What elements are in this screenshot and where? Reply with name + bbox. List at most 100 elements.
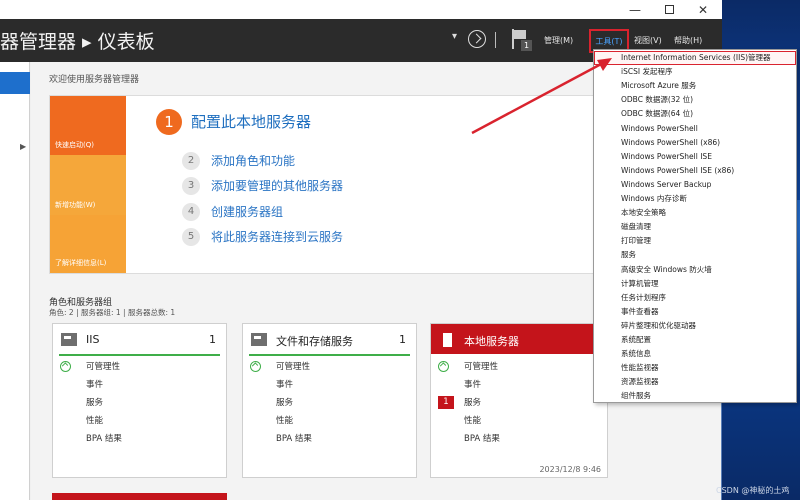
status-ok-icon	[250, 361, 261, 372]
card-row-manageability[interactable]: 可管理性	[276, 360, 310, 372]
storage-icon	[251, 333, 267, 346]
card-row-bpa[interactable]: BPA 结果	[464, 432, 500, 444]
role-card-iis[interactable]: IIS 1 可管理性 事件 服务 性能 BPA 结果	[52, 323, 227, 478]
step-number: 1	[156, 109, 182, 135]
tools-menu-item[interactable]: 性能监视器	[594, 361, 796, 375]
card-row-services[interactable]: 服务	[464, 396, 481, 408]
status-ok-icon	[60, 361, 71, 372]
navigation-sidebar: ▶	[0, 62, 30, 500]
tools-menu-item[interactable]: Windows PowerShell (x86)	[594, 136, 796, 150]
server-icon	[61, 333, 77, 346]
card-header[interactable]: 文件和存储服务 1	[243, 324, 416, 354]
tools-menu-item[interactable]: 任务计划程序	[594, 291, 796, 305]
tile-learn-more[interactable]: 了解详细信息(L)	[50, 215, 126, 273]
tools-menu-item[interactable]: 磁盘清理	[594, 220, 796, 234]
card-row-performance[interactable]: 性能	[86, 414, 103, 426]
step-link[interactable]: 添加角色和功能	[211, 152, 295, 170]
notifications-button[interactable]: 1	[512, 29, 532, 51]
welcome-panel: 快速启动(Q) 新增功能(W) 了解详细信息(L) 1 配置此本地服务器 2 添…	[49, 95, 619, 274]
step-number: 5	[182, 228, 200, 246]
card-row-performance[interactable]: 性能	[464, 414, 481, 426]
tools-menu-item[interactable]: Windows 内存诊断	[594, 192, 796, 206]
refresh-icon[interactable]	[468, 30, 486, 48]
expand-arrow-icon[interactable]: ▶	[20, 142, 26, 151]
tools-menu-item[interactable]: 服务	[594, 248, 796, 262]
tools-menu-item[interactable]: iSCSI 发起程序	[594, 65, 796, 79]
card-row-bpa[interactable]: BPA 结果	[86, 432, 122, 444]
configure-local-server-link[interactable]: 配置此本地服务器	[191, 111, 311, 132]
tools-dropdown-menu: Internet Information Services (IIS)管理器iS…	[593, 49, 797, 403]
step-link[interactable]: 创建服务器组	[211, 203, 283, 221]
tools-menu-item[interactable]: ODBC 数据源(64 位)	[594, 107, 796, 121]
close-button[interactable]: ✕	[686, 0, 720, 19]
card-title: 文件和存储服务	[276, 333, 353, 349]
card-row-events[interactable]: 事件	[464, 378, 481, 390]
tools-menu-item[interactable]: 事件查看器	[594, 305, 796, 319]
tools-menu-item[interactable]: Windows PowerShell ISE	[594, 150, 796, 164]
minimize-button[interactable]: —	[618, 0, 652, 19]
tools-menu-item[interactable]: Microsoft Azure 服务	[594, 79, 796, 93]
sidebar-item-dashboard[interactable]	[0, 72, 30, 94]
tools-menu-item[interactable]: 高级安全 Windows 防火墙	[594, 263, 796, 277]
server-tower-icon	[443, 333, 452, 347]
step-link[interactable]: 添加要管理的其他服务器	[211, 177, 343, 195]
card-row-performance[interactable]: 性能	[276, 414, 293, 426]
step-number: 3	[182, 177, 200, 195]
close-icon: ✕	[698, 3, 708, 17]
role-card-file-storage[interactable]: 文件和存储服务 1 可管理性 事件 服务 性能 BPA 结果	[242, 323, 417, 478]
tile-label: 快速启动(Q)	[55, 140, 94, 150]
maximize-button[interactable]	[652, 0, 686, 19]
page-title: 器管理器 ▸ 仪表板	[0, 27, 155, 54]
step-number: 4	[182, 203, 200, 221]
card-row-events[interactable]: 事件	[276, 378, 293, 390]
card-title: 本地服务器	[464, 333, 519, 349]
tools-menu-item[interactable]: 计算机管理	[594, 277, 796, 291]
tile-quick-start[interactable]: 快速启动(Q)	[50, 96, 126, 155]
card-count: 1	[209, 333, 216, 346]
card-count: 1	[399, 333, 406, 346]
maximize-icon	[665, 5, 674, 14]
roles-summary: 角色: 2 | 服务器组: 1 | 服务器总数: 1	[49, 307, 175, 318]
card-header[interactable]: IIS 1	[53, 324, 226, 354]
step-number: 2	[182, 152, 200, 170]
header-divider	[495, 32, 496, 48]
card-row-services[interactable]: 服务	[86, 396, 103, 408]
menu-item-iis-manager[interactable]: Internet Information Services (IIS)管理器	[594, 51, 796, 65]
tile-label: 新增功能(W)	[55, 200, 95, 210]
tools-menu-item[interactable]: 系统信息	[594, 347, 796, 361]
chevron-down-icon[interactable]: ▾	[452, 31, 457, 42]
tools-menu-item[interactable]: Windows PowerShell	[594, 122, 796, 136]
tile-label: 了解详细信息(L)	[55, 258, 106, 268]
card-row-services[interactable]: 服务	[276, 396, 293, 408]
welcome-label: 欢迎使用服务器管理器	[49, 72, 139, 85]
title-bar: — ✕	[0, 0, 722, 19]
card-row-events[interactable]: 事件	[86, 378, 103, 390]
status-ok-icon	[438, 361, 449, 372]
tile-whats-new[interactable]: 新增功能(W)	[50, 155, 126, 215]
tools-menu-item[interactable]: Windows Server Backup	[594, 178, 796, 192]
services-alert-badge: 1	[438, 396, 454, 409]
card-row-manageability[interactable]: 可管理性	[86, 360, 120, 372]
card-header[interactable]: 本地服务器	[431, 324, 607, 354]
step-link[interactable]: 将此服务器连接到云服务	[211, 228, 343, 246]
tools-menu-item[interactable]: 本地安全策略	[594, 206, 796, 220]
minimize-icon: —	[629, 3, 641, 17]
card-title: IIS	[86, 333, 99, 346]
tools-menu-item[interactable]: 打印管理	[594, 234, 796, 248]
tools-menu-item[interactable]: 碎片整理和优化驱动器	[594, 319, 796, 333]
notification-count-badge: 1	[521, 40, 532, 51]
tools-menu-item[interactable]: 资源监视器	[594, 375, 796, 389]
watermark: CSDN @神秘的土鸡	[716, 485, 789, 496]
next-card-header[interactable]	[52, 493, 227, 500]
tools-menu-item[interactable]: 系统配置	[594, 333, 796, 347]
card-timestamp: 2023/12/8 9:46	[539, 465, 601, 474]
card-row-manageability[interactable]: 可管理性	[464, 360, 498, 372]
menu-help[interactable]: 帮助(H)	[674, 35, 702, 49]
tools-menu-item[interactable]: 组件服务	[594, 389, 796, 403]
menu-manage[interactable]: 管理(M)	[544, 35, 573, 49]
card-row-bpa[interactable]: BPA 结果	[276, 432, 312, 444]
tools-menu-item[interactable]: ODBC 数据源(32 位)	[594, 93, 796, 107]
tools-menu-item[interactable]: Windows PowerShell ISE (x86)	[594, 164, 796, 178]
role-card-local-server[interactable]: 本地服务器 可管理性 事件 1 服务 性能 BPA 结果 2023/12/8 9…	[430, 323, 608, 478]
menu-view[interactable]: 视图(V)	[634, 35, 662, 49]
